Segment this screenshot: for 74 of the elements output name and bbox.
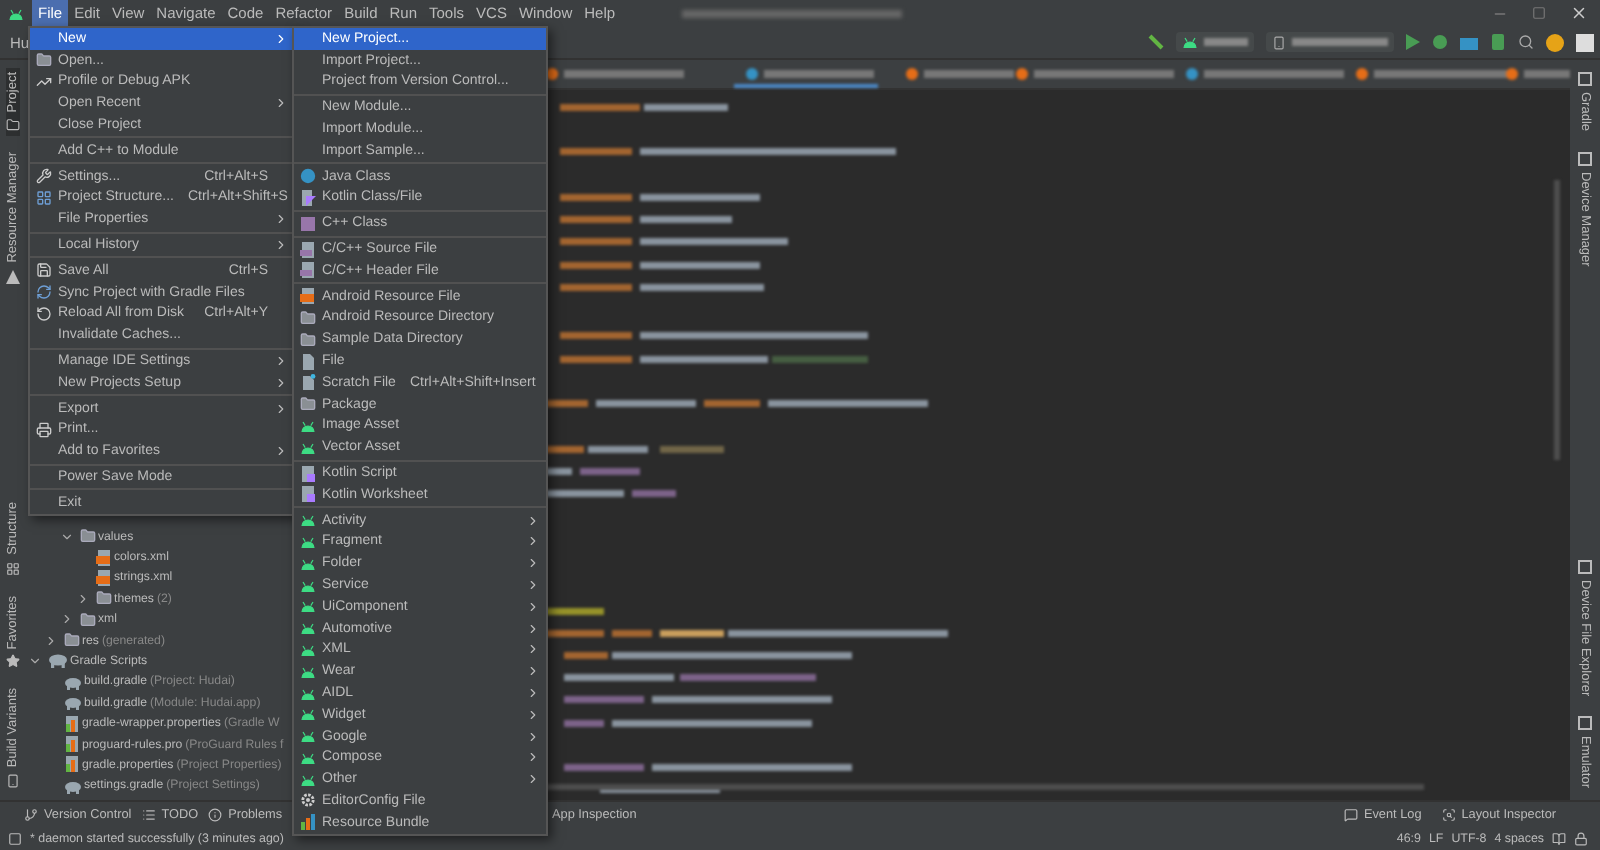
android-icon <box>299 708 315 721</box>
blurred-label-drawing <box>1204 38 1248 46</box>
source-file-icon <box>299 262 315 279</box>
android-icon <box>299 579 315 592</box>
android-icon <box>299 730 315 743</box>
folder-icon <box>35 52 51 69</box>
tool-window-icon <box>1578 559 1592 574</box>
android-icon <box>299 643 315 656</box>
folder-icon <box>5 118 19 133</box>
android-icon <box>299 622 315 635</box>
resource-file-icon <box>299 288 315 305</box>
android-icon <box>299 600 315 613</box>
android-icon <box>299 665 315 678</box>
properties-file-icon <box>63 756 79 773</box>
folder-icon <box>299 331 315 348</box>
source-file-icon <box>299 241 315 258</box>
device-icon <box>5 774 19 788</box>
resource-bundle-icon <box>299 814 315 831</box>
folder-icon <box>95 590 111 607</box>
status-icon <box>8 831 22 845</box>
android-icon <box>299 687 315 699</box>
inspector-icon <box>1441 807 1456 821</box>
info-icon <box>208 807 223 821</box>
close-icon[interactable] <box>1570 4 1588 22</box>
android-icon <box>299 535 315 548</box>
star-icon <box>5 654 19 669</box>
properties-file-icon <box>63 736 79 753</box>
folder-icon <box>299 309 315 326</box>
android-icon <box>299 419 315 432</box>
list-icon <box>141 807 156 821</box>
gradle-file-icon <box>63 777 81 794</box>
folder-icon <box>79 528 95 545</box>
branch-icon <box>24 807 38 821</box>
reload-icon <box>35 305 51 322</box>
sync-icon <box>35 284 51 301</box>
android-icon <box>299 773 315 786</box>
gradle-scripts-icon <box>47 652 67 669</box>
class-icon <box>299 215 315 232</box>
kotlin-script-icon <box>299 465 315 482</box>
android-icon <box>299 514 315 527</box>
tool-window-icon <box>1578 151 1592 166</box>
properties-file-icon <box>63 715 79 732</box>
gradle-file-icon <box>63 673 81 690</box>
folder-icon <box>79 611 95 628</box>
run-configuration-selector[interactable] <box>1176 32 1254 52</box>
folder-icon <box>63 632 79 649</box>
android-icon <box>1182 36 1198 48</box>
scratch-file-icon <box>299 374 315 391</box>
floppy-icon <box>35 262 51 279</box>
gear-icon <box>299 792 315 809</box>
run-icon[interactable] <box>1406 34 1420 50</box>
tool-window-icon <box>1578 72 1592 86</box>
android-icon <box>8 7 24 19</box>
class-icon <box>299 168 315 185</box>
grid-icon <box>35 189 51 206</box>
message-icon <box>1343 807 1358 821</box>
kotlin-script-icon <box>299 486 315 503</box>
avatar-icon[interactable] <box>1546 33 1564 51</box>
lock-icon[interactable] <box>1574 831 1588 845</box>
device-selector[interactable] <box>1266 32 1394 52</box>
gradle-file-icon <box>63 694 81 711</box>
search-icon[interactable] <box>1518 34 1534 50</box>
printer-icon <box>35 421 51 438</box>
kotlin-file-icon <box>299 189 315 206</box>
android-icon <box>299 557 315 570</box>
android-icon <box>299 751 315 764</box>
wrench-icon <box>35 168 51 185</box>
book-icon[interactable] <box>1552 831 1566 845</box>
android-icon <box>299 441 315 454</box>
folder-icon <box>299 396 315 413</box>
blurred-label-drawing <box>1292 38 1388 46</box>
chart-icon <box>35 73 51 90</box>
structure-icon <box>5 561 19 576</box>
tool-window-icon <box>1578 715 1592 730</box>
